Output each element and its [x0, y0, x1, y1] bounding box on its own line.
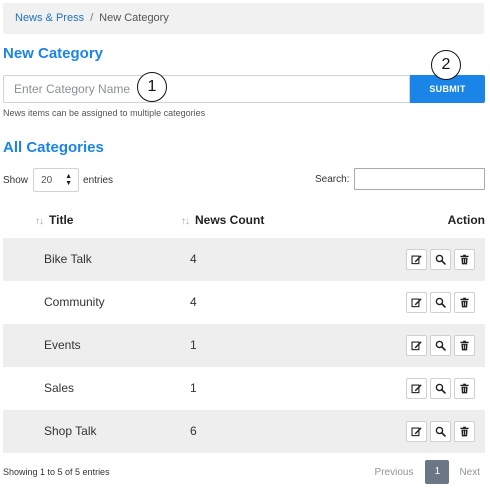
show-label: Show — [3, 174, 29, 186]
category-title-cell: Bike Talk — [44, 252, 92, 266]
news-count-cell: 1 — [190, 381, 197, 395]
column-label-news-count: News Count — [195, 213, 265, 227]
category-title-cell: Shop Talk — [44, 424, 97, 438]
edit-icon — [411, 340, 422, 351]
row-actions — [406, 249, 475, 270]
view-button[interactable] — [430, 249, 451, 270]
delete-button[interactable] — [454, 421, 475, 442]
select-arrows-icon: ▲ ▼ — [65, 173, 73, 187]
edit-button[interactable] — [406, 249, 427, 270]
breadcrumb-current: New Category — [99, 12, 169, 24]
pagination: Previous 1 Next — [375, 460, 480, 484]
breadcrumb: News & Press / New Category — [3, 3, 484, 34]
view-button[interactable] — [430, 378, 451, 399]
sort-icon: ↑↓ — [181, 216, 190, 227]
table-header: ↑↓ Title ↑↓ News Count Action — [3, 205, 485, 237]
view-button[interactable] — [430, 335, 451, 356]
entries-select-value: 20 — [41, 174, 53, 186]
view-button[interactable] — [430, 421, 451, 442]
trash-icon — [459, 254, 470, 265]
new-category-heading: New Category — [3, 45, 104, 62]
category-name-input[interactable] — [3, 75, 410, 103]
column-header-news-count[interactable]: ↑↓ News Count — [181, 213, 264, 227]
table-row: Bike Talk 4 — [3, 238, 485, 281]
trash-icon — [459, 297, 470, 308]
edit-icon — [411, 254, 422, 265]
view-button[interactable] — [430, 292, 451, 313]
search-icon — [435, 383, 446, 394]
search-icon — [435, 254, 446, 265]
edit-button[interactable] — [406, 292, 427, 313]
edit-icon — [411, 383, 422, 394]
search-icon — [435, 340, 446, 351]
search-input[interactable] — [354, 168, 486, 190]
delete-button[interactable] — [454, 292, 475, 313]
search-icon — [435, 297, 446, 308]
table-row: Sales 1 — [3, 367, 485, 410]
breadcrumb-separator: / — [90, 12, 94, 24]
column-header-action: Action — [447, 213, 485, 227]
edit-button[interactable] — [406, 421, 427, 442]
edit-icon — [411, 426, 422, 437]
news-count-cell: 4 — [190, 252, 197, 266]
pagination-previous[interactable]: Previous — [375, 467, 414, 478]
news-count-cell: 4 — [190, 295, 197, 309]
category-title-cell: Sales — [44, 381, 75, 395]
breadcrumb-link-news-press[interactable]: News & Press — [15, 12, 84, 24]
table-row: Events 1 — [3, 324, 485, 367]
news-count-cell: 6 — [190, 424, 197, 438]
column-header-title[interactable]: ↑↓ Title — [35, 213, 73, 227]
delete-button[interactable] — [454, 249, 475, 270]
search-label: Search: — [315, 173, 350, 185]
column-label-title: Title — [49, 213, 74, 227]
trash-icon — [459, 340, 470, 351]
row-actions — [406, 292, 475, 313]
delete-button[interactable] — [454, 335, 475, 356]
delete-button[interactable] — [454, 378, 475, 399]
edit-icon — [411, 297, 422, 308]
trash-icon — [459, 383, 470, 394]
pagination-page-1[interactable]: 1 — [425, 460, 450, 484]
search-icon — [435, 426, 446, 437]
table-search: Search: — [315, 168, 486, 190]
edit-button[interactable] — [406, 378, 427, 399]
category-help-text: News items can be assigned to multiple c… — [3, 108, 206, 118]
table-info: Showing 1 to 5 of 5 entries — [3, 467, 110, 477]
table-row: Community 4 — [3, 281, 485, 324]
entries-label: entries — [83, 174, 114, 186]
trash-icon — [459, 426, 470, 437]
all-categories-heading: All Categories — [3, 139, 104, 156]
row-actions — [406, 421, 475, 442]
entries-select[interactable]: 20 ▲ ▼ — [33, 168, 80, 192]
table-row: Shop Talk 6 — [3, 410, 485, 453]
row-actions — [406, 378, 475, 399]
edit-button[interactable] — [406, 335, 427, 356]
category-title-cell: Events — [44, 338, 81, 352]
category-title-cell: Community — [44, 295, 105, 309]
row-actions — [406, 335, 475, 356]
entries-length-control: Show 20 ▲ ▼ entries — [3, 168, 113, 192]
pagination-next[interactable]: Next — [459, 467, 480, 478]
sort-icon: ↑↓ — [35, 216, 44, 227]
news-count-cell: 1 — [190, 338, 197, 352]
annotation-marker-1: 1 — [137, 72, 167, 102]
annotation-marker-2: 2 — [431, 50, 461, 80]
